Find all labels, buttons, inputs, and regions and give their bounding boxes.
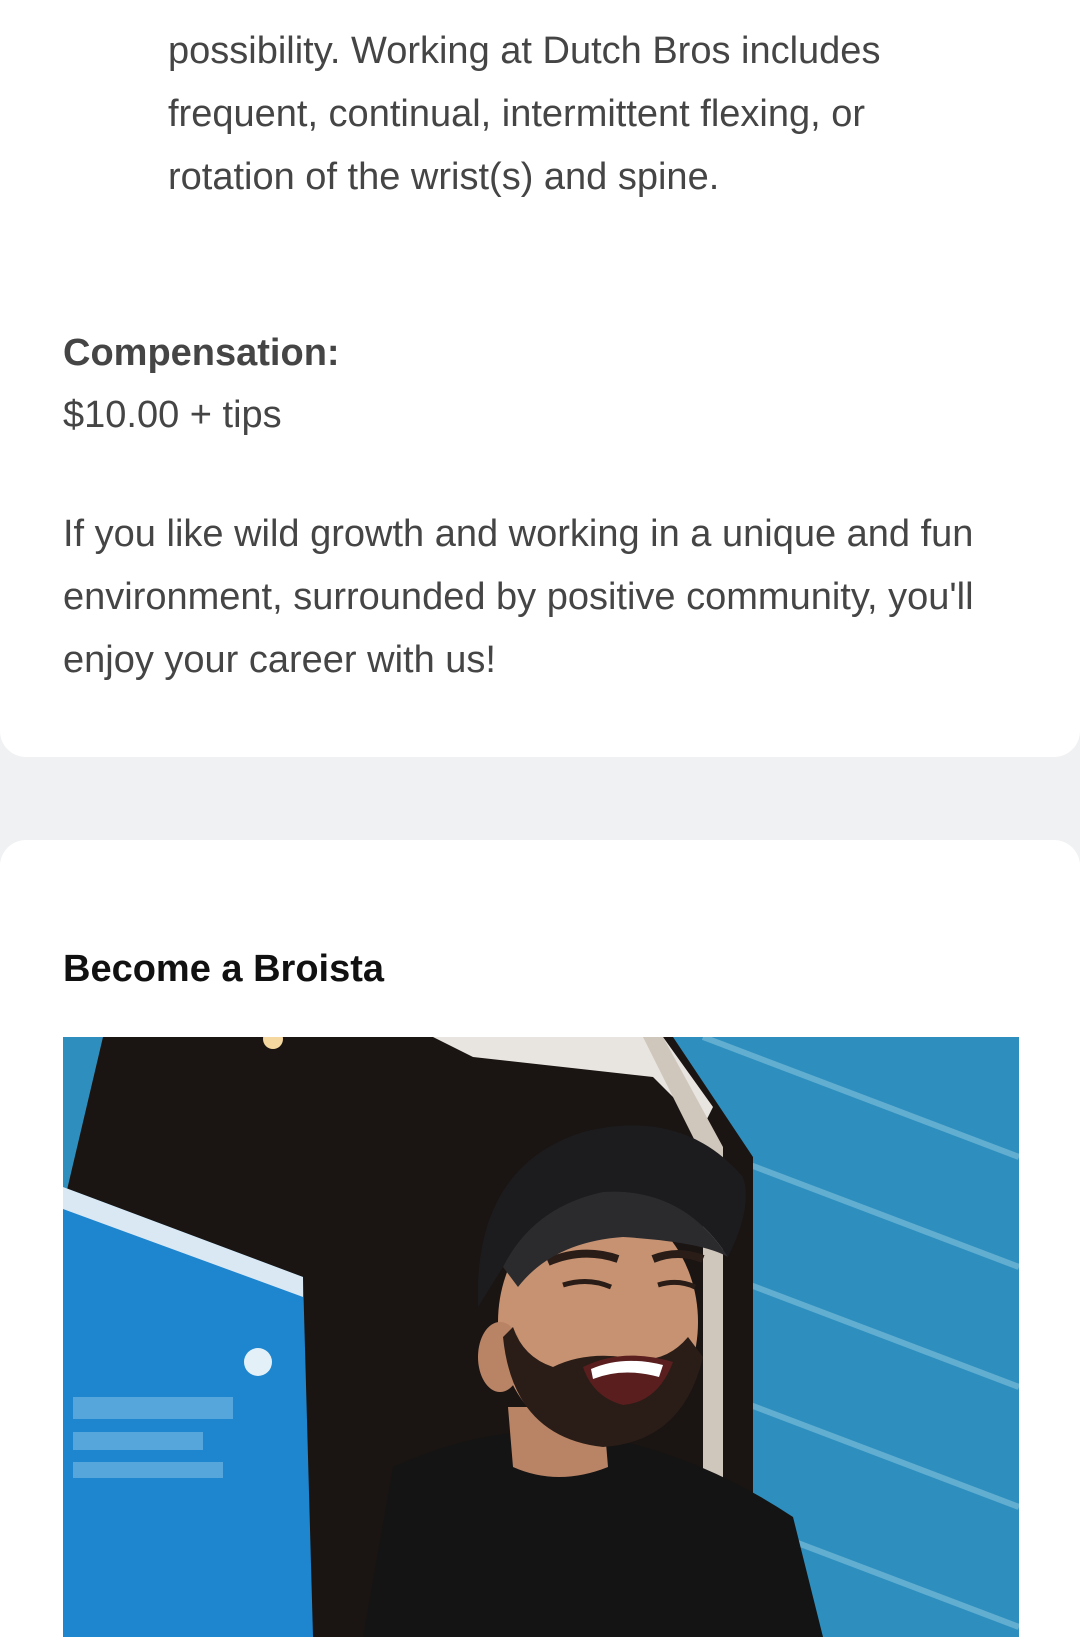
outro-text: If you like wild growth and working in a… xyxy=(63,513,974,681)
compensation-value: $10.00 + tips xyxy=(63,394,282,436)
compensation-label: Compensation: xyxy=(63,332,340,374)
requirements-text: possibility. Working at Dutch Bros inclu… xyxy=(168,30,881,198)
section-title: Become a Broista xyxy=(63,948,385,990)
broista-photo xyxy=(63,1037,1019,1637)
